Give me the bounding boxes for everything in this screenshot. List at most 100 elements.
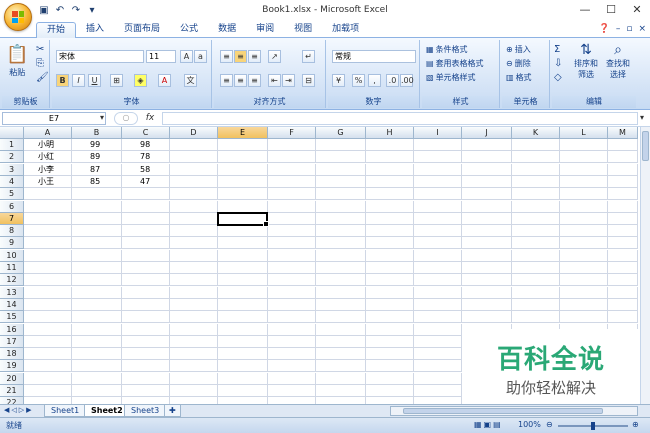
cell[interactable]: 89 [72, 151, 122, 164]
row-header[interactable]: 3 [0, 163, 24, 176]
cell[interactable] [366, 385, 414, 397]
cell[interactable] [560, 212, 608, 225]
cell[interactable] [170, 286, 218, 299]
cell[interactable] [560, 249, 608, 262]
cell[interactable] [268, 385, 316, 397]
cell[interactable] [268, 175, 316, 188]
insert-function-button[interactable]: fx [140, 112, 160, 125]
format-painter-icon[interactable]: 🖌 [36, 72, 49, 83]
cell[interactable] [72, 298, 122, 311]
border-icon[interactable]: ⊞ [110, 74, 123, 87]
column-header-d[interactable]: D [170, 127, 218, 139]
cell[interactable] [560, 200, 608, 213]
paste-button[interactable]: 📋 粘贴 [6, 44, 28, 78]
cell[interactable] [268, 200, 316, 213]
row-header[interactable]: 22 [0, 397, 24, 404]
cell[interactable] [170, 360, 218, 373]
cell[interactable] [512, 225, 560, 238]
cell[interactable] [366, 360, 414, 373]
cell[interactable] [608, 249, 638, 262]
phonetic-icon[interactable]: 文 [184, 74, 197, 87]
cell[interactable] [316, 225, 366, 238]
tab-review[interactable]: 审阅 [246, 22, 284, 38]
cell[interactable] [24, 335, 72, 348]
cell[interactable] [366, 237, 414, 250]
cell[interactable] [122, 323, 170, 336]
doc-restore-icon[interactable]: ▫ [626, 24, 632, 34]
align-top-icon[interactable]: ≡ [220, 50, 233, 63]
cell[interactable] [268, 397, 316, 404]
column-header-j[interactable]: J [462, 127, 512, 139]
row-header[interactable]: 6 [0, 200, 24, 213]
cell[interactable] [170, 323, 218, 336]
cell[interactable] [608, 286, 638, 299]
row-header[interactable]: 11 [0, 262, 24, 274]
cell[interactable] [366, 163, 414, 176]
cell[interactable] [218, 237, 268, 250]
cell[interactable] [170, 163, 218, 176]
cell[interactable] [560, 311, 608, 324]
cell[interactable] [316, 163, 366, 176]
cell[interactable] [218, 372, 268, 385]
format-as-table-button[interactable]: ▤ 套用表格格式 [426, 58, 484, 69]
cell[interactable] [414, 372, 462, 385]
select-all-corner[interactable] [0, 127, 24, 139]
tab-addins[interactable]: 加载项 [322, 22, 369, 38]
row-header[interactable]: 7 [0, 212, 24, 225]
cell[interactable] [72, 249, 122, 262]
cell[interactable] [24, 372, 72, 385]
cell[interactable] [24, 360, 72, 373]
vertical-scrollbar[interactable] [640, 127, 650, 404]
cell[interactable] [122, 311, 170, 324]
cell[interactable] [218, 151, 268, 164]
underline-icon[interactable]: U [88, 74, 101, 87]
cell[interactable] [316, 139, 366, 151]
cell[interactable] [24, 225, 72, 238]
cell[interactable] [414, 163, 462, 176]
cell[interactable] [170, 335, 218, 348]
cell[interactable] [512, 163, 560, 176]
cell[interactable] [72, 225, 122, 238]
cell[interactable] [218, 323, 268, 336]
copy-icon[interactable]: ⎘ [36, 58, 44, 69]
cell[interactable] [414, 323, 462, 336]
cell[interactable] [122, 360, 170, 373]
cell[interactable] [122, 200, 170, 213]
cell[interactable] [316, 200, 366, 213]
cell[interactable] [316, 372, 366, 385]
cell[interactable]: 小李 [24, 163, 72, 176]
cell[interactable] [170, 348, 218, 361]
cell[interactable] [462, 163, 512, 176]
cell[interactable] [512, 262, 560, 274]
cell[interactable] [608, 163, 638, 176]
cell[interactable] [316, 237, 366, 250]
doc-minimize-icon[interactable]: – [616, 24, 621, 34]
minimize-button[interactable]: — [572, 0, 598, 20]
cell[interactable] [170, 175, 218, 188]
cell[interactable] [268, 249, 316, 262]
cell[interactable] [218, 397, 268, 404]
align-left-icon[interactable]: ≡ [220, 74, 233, 87]
view-mode-icons[interactable]: ▦▣▤ [474, 420, 503, 429]
zoom-slider-thumb[interactable] [591, 422, 595, 430]
cell[interactable] [24, 249, 72, 262]
cell[interactable]: 98 [122, 139, 170, 151]
bold-icon[interactable]: B [56, 74, 69, 87]
cell[interactable] [366, 311, 414, 324]
cell[interactable] [366, 212, 414, 225]
column-header-m[interactable]: M [608, 127, 638, 139]
cell[interactable] [268, 151, 316, 164]
cell[interactable] [24, 311, 72, 324]
cell[interactable] [414, 175, 462, 188]
column-header-l[interactable]: L [560, 127, 608, 139]
cell[interactable] [122, 249, 170, 262]
cell[interactable] [366, 274, 414, 287]
cell[interactable] [366, 372, 414, 385]
cell[interactable]: 78 [122, 151, 170, 164]
cell[interactable] [414, 212, 462, 225]
tab-data[interactable]: 数据 [208, 22, 246, 38]
name-box[interactable]: E7 [2, 112, 106, 125]
cell[interactable] [170, 237, 218, 250]
cell[interactable] [608, 212, 638, 225]
comma-icon[interactable]: , [368, 74, 381, 87]
